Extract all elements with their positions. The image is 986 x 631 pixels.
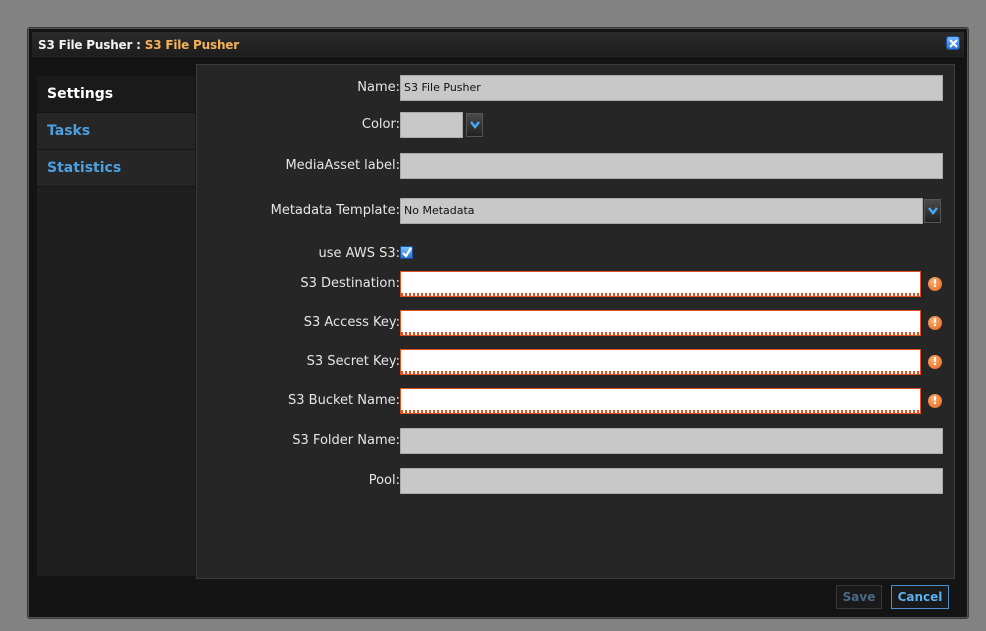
- s3-secret-key-label: S3 Secret Key:: [306, 354, 400, 369]
- title-name: S3 File Pusher: [144, 38, 239, 52]
- s3-destination-row: S3 Destination: !: [197, 271, 956, 297]
- check-icon: [402, 247, 412, 258]
- pool-label: Pool:: [368, 473, 400, 488]
- s3-access-key-row: S3 Access Key: !: [197, 310, 956, 336]
- warning-icon: !: [928, 316, 942, 330]
- mediaasset-row: MediaAsset label:: [197, 153, 956, 179]
- color-row: Color:: [197, 112, 956, 138]
- aws-checkbox[interactable]: [400, 246, 413, 259]
- mediaasset-label: MediaAsset label:: [285, 158, 400, 173]
- s3-bucket-name-input[interactable]: [400, 388, 921, 414]
- warning-icon: !: [928, 355, 942, 369]
- chevron-down-icon: [470, 121, 480, 129]
- mediaasset-input[interactable]: [400, 153, 943, 179]
- warning-icon: !: [928, 394, 942, 408]
- s3-bucket-name-row: S3 Bucket Name: !: [197, 388, 956, 414]
- settings-panel: Name: S3 File Pusher Color: MediaAsset l…: [196, 64, 955, 579]
- metadata-label: Metadata Template:: [270, 203, 400, 218]
- sidebar-item-tasks[interactable]: Tasks: [37, 113, 195, 150]
- s3-destination-label: S3 Destination:: [300, 276, 400, 291]
- warning-icon: !: [928, 277, 942, 291]
- s3-secret-key-input[interactable]: [400, 349, 921, 375]
- title-bar: S3 File Pusher : S3 File Pusher: [32, 32, 964, 59]
- dialog-title: S3 File Pusher : S3 File Pusher: [38, 38, 239, 52]
- name-row: Name: S3 File Pusher: [197, 75, 956, 101]
- sidebar-item-settings[interactable]: Settings: [37, 76, 195, 113]
- pool-row: Pool:: [197, 468, 956, 494]
- s3-folder-name-label: S3 Folder Name:: [292, 433, 400, 448]
- metadata-select[interactable]: No Metadata: [400, 198, 923, 224]
- s3-destination-input[interactable]: [400, 271, 921, 297]
- s3-folder-name-row: S3 Folder Name:: [197, 428, 956, 454]
- color-dropdown-button[interactable]: [466, 113, 483, 137]
- aws-label: use AWS S3:: [318, 246, 400, 261]
- close-icon: [949, 39, 958, 48]
- aws-row: use AWS S3:: [197, 241, 956, 267]
- s3-folder-name-input[interactable]: [400, 428, 943, 454]
- sidebar: Settings Tasks Statistics: [37, 76, 195, 576]
- title-prefix: S3 File Pusher :: [38, 38, 145, 52]
- s3-access-key-input[interactable]: [400, 310, 921, 336]
- sidebar-item-statistics[interactable]: Statistics: [37, 150, 195, 187]
- pool-input[interactable]: [400, 468, 943, 494]
- metadata-dropdown-button[interactable]: [924, 199, 941, 223]
- s3-secret-key-row: S3 Secret Key: !: [197, 349, 956, 375]
- save-button[interactable]: Save: [836, 585, 882, 609]
- cancel-button[interactable]: Cancel: [891, 585, 949, 609]
- close-button[interactable]: [946, 36, 960, 50]
- metadata-row: Metadata Template: No Metadata: [197, 198, 956, 224]
- chevron-down-icon: [928, 207, 938, 215]
- name-input[interactable]: S3 File Pusher: [400, 75, 943, 101]
- color-label: Color:: [361, 117, 400, 132]
- s3-bucket-name-label: S3 Bucket Name:: [288, 393, 400, 408]
- s3-access-key-label: S3 Access Key:: [303, 315, 400, 330]
- color-picker[interactable]: [400, 112, 463, 138]
- name-label: Name:: [357, 80, 400, 95]
